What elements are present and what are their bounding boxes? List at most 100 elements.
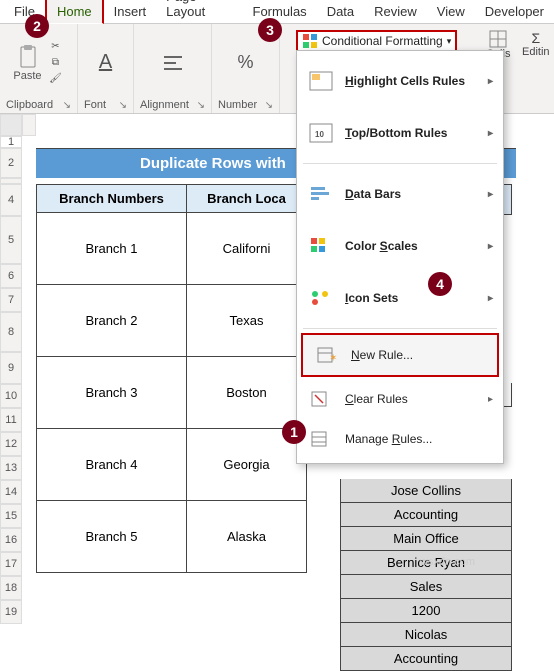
menu-label: Color Scales (345, 239, 418, 253)
menu-label: Clear Rules (345, 392, 408, 406)
highlight-cells-icon (307, 69, 335, 93)
clear-rules-icon (307, 387, 335, 411)
data-bars-icon (307, 182, 335, 206)
rh16[interactable]: 16 (0, 528, 22, 552)
conditional-formatting-menu: Highlight Cells Rules ▸ 10 Top/Bottom Ru… (296, 50, 504, 464)
cut-icon[interactable]: ✂ (47, 40, 65, 54)
menu-data-bars[interactable]: Data Bars ▸ (297, 168, 503, 220)
rh9[interactable]: 9 (0, 352, 22, 384)
rh13[interactable]: 13 (0, 456, 22, 480)
rh8[interactable]: 8 (0, 312, 22, 352)
cell-branch3[interactable]: Branch 3 (37, 357, 187, 429)
font-launcher-icon[interactable]: ↘ (119, 100, 127, 111)
rh14[interactable]: 14 (0, 480, 22, 504)
menu-label: Manage Rules... (345, 432, 432, 446)
col-a-stub[interactable] (22, 114, 36, 136)
rh5[interactable]: 5 (0, 216, 22, 264)
cell-branch5[interactable]: Branch 5 (37, 501, 187, 573)
rh6[interactable]: 6 (0, 264, 22, 288)
menu-label: Top/Bottom Rules (345, 126, 447, 140)
cell-loc5[interactable]: Alaska (187, 501, 307, 573)
alignment-button[interactable] (161, 28, 185, 97)
rh12[interactable]: 12 (0, 432, 22, 456)
tab-pagelayout[interactable]: Page Layout (156, 0, 242, 23)
tab-review[interactable]: Review (364, 0, 427, 23)
menu-separator (303, 328, 497, 329)
menu-clear-rules[interactable]: Clear Rules ▸ (297, 379, 503, 419)
rh1[interactable]: 1 (0, 136, 22, 148)
chevron-right-icon: ▸ (488, 293, 493, 304)
callout-4: 4 (428, 272, 452, 296)
group-font: A Font ↘ (78, 24, 134, 113)
cell-branch4[interactable]: Branch 4 (37, 429, 187, 501)
header-branch-location[interactable]: Branch Loca (187, 185, 307, 213)
rh4[interactable]: 4 (0, 184, 22, 216)
group-editing-stub[interactable]: Σ Editin (522, 30, 550, 58)
rh10[interactable]: 10 (0, 384, 22, 408)
menu-icon-sets[interactable]: Icon Sets ▸ (297, 272, 503, 324)
group-alignment: Alignment ↘ (134, 24, 212, 113)
format-painter-icon[interactable]: 🖌 (47, 72, 65, 86)
rh7[interactable]: 7 (0, 288, 22, 312)
tab-insert[interactable]: Insert (104, 0, 157, 23)
cell-detail-5[interactable]: 1200 (340, 599, 512, 623)
cell-loc2[interactable]: Texas (187, 285, 307, 357)
clipboard-label: Clipboard (6, 97, 53, 111)
number-label: Number (218, 97, 257, 111)
rh19[interactable]: 19 (0, 600, 22, 624)
menu-color-scales[interactable]: Color Scales ▸ (297, 220, 503, 272)
cell-loc3[interactable]: Boston (187, 357, 307, 429)
callout-2: 2 (25, 14, 49, 38)
cell-detail-7[interactable]: Accounting (340, 647, 512, 671)
cell-detail-6[interactable]: Nicolas (340, 623, 512, 647)
number-launcher-icon[interactable]: ↘ (265, 100, 273, 111)
row-headers: 1 2 4 5 6 7 8 9 10 11 12 13 14 15 16 17 … (0, 136, 22, 624)
menu-separator (303, 163, 497, 164)
menu-top-bottom[interactable]: 10 Top/Bottom Rules ▸ (297, 107, 503, 159)
rh2[interactable]: 2 (0, 148, 22, 178)
copy-icon[interactable]: ⧉ (47, 56, 65, 70)
cell-detail-1[interactable]: Accounting (340, 503, 512, 527)
tab-view[interactable]: View (427, 0, 475, 23)
menu-highlight-cells[interactable]: Highlight Cells Rules ▸ (297, 55, 503, 107)
rh11[interactable]: 11 (0, 408, 22, 432)
menu-label: Icon Sets (345, 291, 398, 305)
cell-detail-0[interactable]: Jose Collins (340, 479, 512, 503)
clipboard-launcher-icon[interactable]: ↘ (63, 100, 71, 111)
svg-text:10: 10 (315, 130, 324, 139)
top-bottom-icon: 10 (307, 121, 335, 145)
chevron-down-icon: ▾ (447, 36, 452, 47)
tab-home[interactable]: Home (45, 0, 104, 24)
conditional-formatting-button[interactable]: Conditional Formatting ▾ (296, 30, 457, 52)
number-button[interactable]: % (237, 28, 253, 97)
color-scales-icon (307, 234, 335, 258)
chevron-right-icon: ▸ (488, 189, 493, 200)
cell-branch1[interactable]: Branch 1 (37, 213, 187, 285)
font-button[interactable]: A (99, 28, 112, 97)
cell-detail-4[interactable]: Sales (340, 575, 512, 599)
callout-3: 3 (258, 18, 282, 42)
conditional-formatting-icon (302, 33, 318, 49)
watermark: wsxdn.com (420, 556, 475, 568)
editing-label: Editin (522, 46, 550, 58)
header-branch-numbers[interactable]: Branch Numbers (37, 185, 187, 213)
cf-label: Conditional Formatting (322, 34, 443, 48)
rh17[interactable]: 17 (0, 552, 22, 576)
select-all-corner[interactable] (0, 114, 22, 136)
cell-branch2[interactable]: Branch 2 (37, 285, 187, 357)
cell-loc1[interactable]: Californi (187, 213, 307, 285)
paste-label: Paste (13, 70, 41, 82)
tab-data[interactable]: Data (317, 0, 364, 23)
rh18[interactable]: 18 (0, 576, 22, 600)
paste-button[interactable]: Paste (13, 44, 43, 82)
cell-detail-2[interactable]: Main Office (340, 527, 512, 551)
tab-formulas[interactable]: Formulas (243, 0, 317, 23)
font-label: Font (84, 97, 106, 111)
align-launcher-icon[interactable]: ↘ (197, 100, 205, 111)
menu-new-rule[interactable]: ✶ New Rule... (301, 333, 499, 377)
menu-manage-rules[interactable]: Manage Rules... (297, 419, 503, 459)
tab-developer[interactable]: Developer (475, 0, 554, 23)
chevron-right-icon: ▸ (488, 241, 493, 252)
rh15[interactable]: 15 (0, 504, 22, 528)
menu-label: New Rule... (351, 348, 413, 362)
